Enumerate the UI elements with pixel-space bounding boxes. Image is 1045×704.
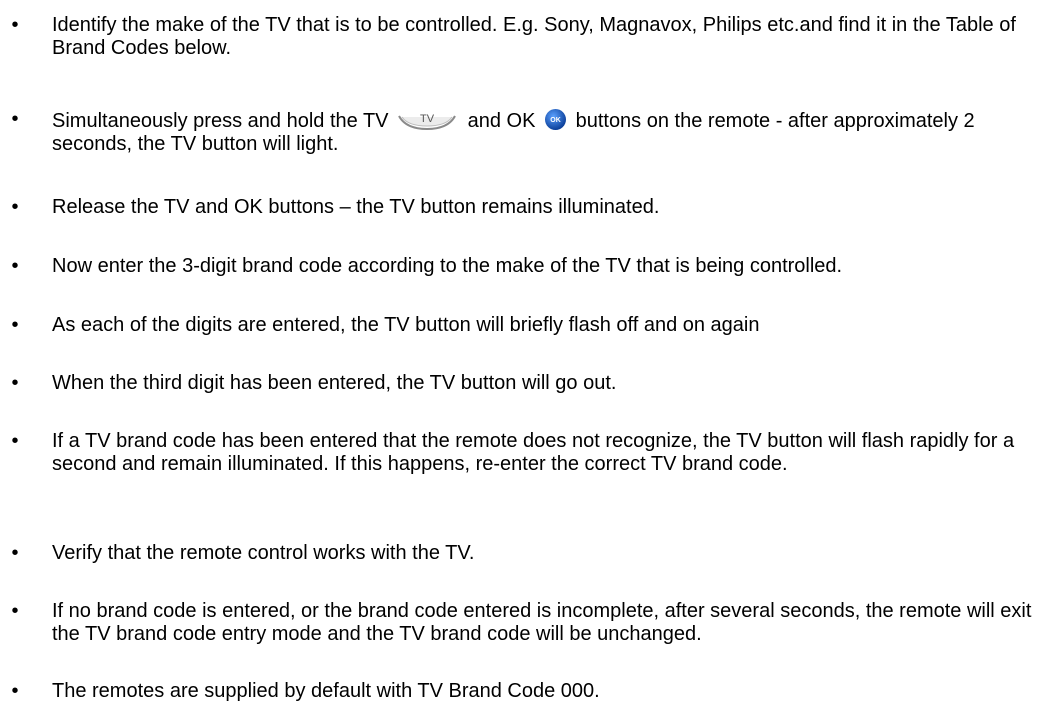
list-item-text: As each of the digits are entered, the T… xyxy=(52,314,760,336)
bullet: • xyxy=(11,542,19,564)
list-item-text: When the third digit has been entered, t… xyxy=(52,372,617,394)
list-item-text: Verify that the remote control works wit… xyxy=(52,542,475,564)
list-item-text-part: and OK xyxy=(467,110,536,132)
list-item-text-part: Simultaneously press and hold the TV xyxy=(52,110,389,132)
list-item-text: Release the TV and OK buttons – the TV b… xyxy=(52,196,660,218)
bullet: • xyxy=(11,680,19,702)
list-item-text: The remotes are supplied by default with… xyxy=(52,680,600,702)
ok-button-label: OK xyxy=(550,117,561,124)
bullet: • xyxy=(11,314,19,336)
bullet: • xyxy=(11,372,19,394)
bullet: • xyxy=(11,600,19,622)
tv-button-label: TV xyxy=(420,113,435,125)
bullet: • xyxy=(11,108,19,130)
bullet: • xyxy=(11,430,19,452)
bullet: • xyxy=(11,255,19,277)
list-item-text: Now enter the 3-digit brand code accordi… xyxy=(52,255,843,277)
list-item-text: If no brand code is entered, or the bran… xyxy=(52,600,1032,645)
list-item-text: Identify the make of the TV that is to b… xyxy=(52,14,1016,59)
tv-button-icon: TV xyxy=(396,110,458,132)
bullet: • xyxy=(11,196,19,218)
bullet: • xyxy=(11,14,19,36)
list-item-text: Simultaneously press and hold the TV TV … xyxy=(52,108,1042,156)
list-item-text: If a TV brand code has been entered that… xyxy=(52,430,1015,475)
ok-button-icon: OK xyxy=(544,108,567,131)
instruction-document: • Identify the make of the TV that is to… xyxy=(0,0,1045,704)
